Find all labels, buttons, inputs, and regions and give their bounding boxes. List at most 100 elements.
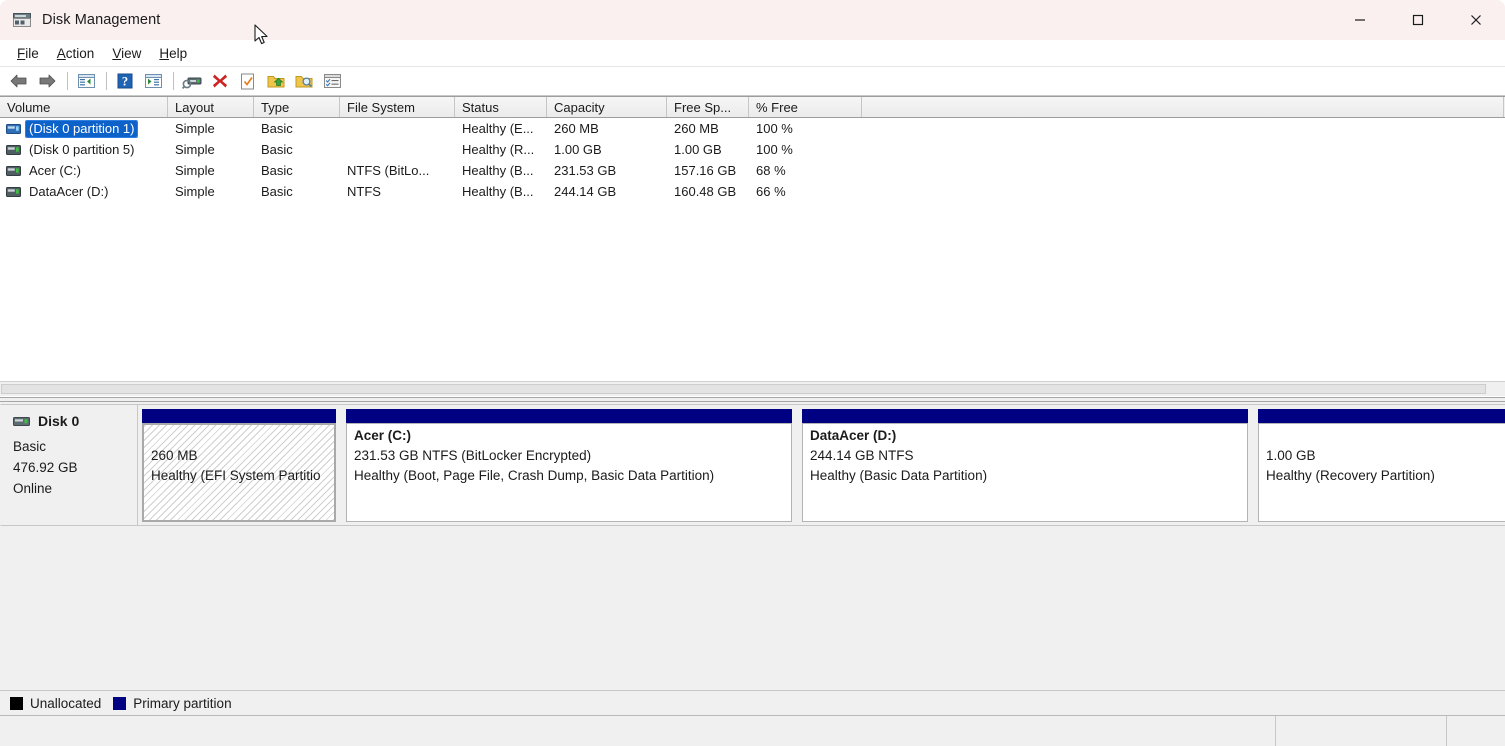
back-icon[interactable] bbox=[6, 69, 32, 93]
volume-drive-icon bbox=[6, 165, 21, 176]
help-icon[interactable]: ? bbox=[112, 69, 138, 93]
minimize-icon[interactable] bbox=[1331, 0, 1389, 40]
menu-action[interactable]: Action bbox=[48, 43, 104, 64]
table-row[interactable]: (Disk 0 partition 1) Simple Basic Healthy (… bbox=[0, 118, 1505, 139]
status-bar-message bbox=[0, 716, 1275, 746]
cell-layout: Simple bbox=[175, 163, 215, 178]
cell-file-system bbox=[340, 139, 455, 160]
column-header-layout[interactable]: Layout bbox=[168, 97, 254, 117]
delete-icon[interactable] bbox=[207, 69, 233, 93]
volume-name: (Disk 0 partition 5) bbox=[29, 141, 135, 157]
toolbar: ? bbox=[0, 67, 1505, 96]
column-header-type[interactable]: Type bbox=[254, 97, 340, 117]
cell-volume: (Disk 0 partition 1) bbox=[0, 118, 168, 139]
partition-title: Acer (C:) bbox=[354, 428, 412, 443]
cell-volume: Acer (C:) bbox=[0, 160, 168, 181]
partition-block[interactable]: 1.00 GB Healthy (Recovery Partition) bbox=[1255, 406, 1505, 525]
task-list-icon[interactable] bbox=[319, 69, 345, 93]
partition-size-filesystem: 231.53 GB NTFS (BitLocker Encrypted) bbox=[354, 448, 592, 463]
window-controls bbox=[1331, 0, 1505, 40]
horizontal-scrollbar[interactable] bbox=[0, 381, 1505, 396]
volume-name: (Disk 0 partition 1) bbox=[24, 119, 139, 138]
partition-block[interactable]: Acer (C:) 231.53 GB NTFS (BitLocker Encry… bbox=[343, 406, 795, 525]
cell-type: Basic bbox=[261, 121, 293, 136]
cell-free-space: 157.16 GB bbox=[674, 163, 737, 178]
column-header-blank[interactable] bbox=[862, 97, 1504, 117]
disk-icon bbox=[13, 416, 30, 426]
cell-volume: (Disk 0 partition 5) bbox=[0, 139, 168, 160]
properties-icon[interactable] bbox=[179, 69, 205, 93]
table-row[interactable]: (Disk 0 partition 5) Simple Basic Healthy (… bbox=[0, 139, 1505, 160]
status-bar-pane-2 bbox=[1275, 716, 1446, 746]
cell-status: Healthy (E... bbox=[462, 121, 534, 136]
partition-capacity-bar bbox=[802, 409, 1248, 423]
partition-health: Healthy (Recovery Partition) bbox=[1266, 468, 1435, 483]
partition-details[interactable]: Acer (C:) 231.53 GB NTFS (BitLocker Encry… bbox=[346, 423, 792, 522]
explore-icon[interactable] bbox=[291, 69, 317, 93]
maximize-icon[interactable] bbox=[1389, 0, 1447, 40]
cell-free-space: 260 MB bbox=[674, 121, 719, 136]
cell-capacity: 1.00 GB bbox=[554, 142, 602, 157]
rescan-disks-icon[interactable] bbox=[235, 69, 261, 93]
disk-name: Disk 0 bbox=[38, 413, 80, 429]
volume-list-pane[interactable]: Volume Layout Type File System Status Capacit… bbox=[0, 96, 1505, 397]
menu-file[interactable]: File bbox=[8, 43, 48, 64]
cell-status: Healthy (B... bbox=[462, 184, 534, 199]
disk-row: Disk 0 Basic 476.92 GB Online 260 MB Heal… bbox=[0, 404, 1505, 526]
partition-details[interactable]: 260 MB Healthy (EFI System Partitio bbox=[142, 423, 336, 522]
graphical-view-pane[interactable]: Disk 0 Basic 476.92 GB Online 260 MB Heal… bbox=[0, 402, 1505, 690]
menu-accelerator: V bbox=[112, 45, 122, 61]
cell-free-space: 1.00 GB bbox=[674, 142, 722, 157]
partition-block[interactable]: DataAcer (D:) 244.14 GB NTFS Healthy (Basi… bbox=[799, 406, 1251, 525]
column-header-status[interactable]: Status bbox=[455, 97, 547, 117]
cell-capacity: 260 MB bbox=[554, 121, 599, 136]
cell-type: Basic bbox=[261, 142, 293, 157]
toolbar-separator bbox=[106, 72, 107, 90]
column-header-capacity[interactable]: Capacity bbox=[547, 97, 667, 117]
column-header-label: Status bbox=[462, 99, 499, 115]
disk-status: Online bbox=[13, 481, 53, 496]
partition-details[interactable]: DataAcer (D:) 244.14 GB NTFS Healthy (Basi… bbox=[802, 423, 1248, 522]
cell-percent-free: 66 % bbox=[756, 184, 786, 199]
cell-type: Basic bbox=[261, 163, 293, 178]
menu-accelerator: A bbox=[56, 45, 66, 61]
close-icon[interactable] bbox=[1447, 0, 1505, 40]
volume-drive-icon bbox=[6, 123, 21, 134]
volume-list-body[interactable]: (Disk 0 partition 1) Simple Basic Healthy (… bbox=[0, 118, 1505, 202]
legend-label: Unallocated bbox=[30, 695, 102, 711]
legend-label: Primary partition bbox=[133, 695, 232, 711]
cell-file-system: NTFS bbox=[347, 184, 381, 199]
column-header-free-sp[interactable]: Free Sp... bbox=[667, 97, 749, 117]
cell-capacity: 231.53 GB bbox=[554, 163, 617, 178]
partition-strip: 260 MB Healthy (EFI System Partitio Acer (… bbox=[138, 404, 1505, 526]
show-hide-console-tree-icon[interactable] bbox=[73, 69, 99, 93]
show-hide-action-pane-icon[interactable] bbox=[140, 69, 166, 93]
disk-size: 476.92 GB bbox=[13, 460, 78, 475]
window-title: Disk Management bbox=[42, 12, 161, 28]
column-header--free[interactable]: % Free bbox=[749, 97, 862, 117]
volume-drive-icon bbox=[6, 144, 21, 155]
menu-help[interactable]: Help bbox=[150, 43, 196, 64]
scrollbar-thumb[interactable] bbox=[1, 384, 1486, 394]
cell-file-system bbox=[340, 118, 455, 139]
cell-percent-free: 100 % bbox=[756, 142, 793, 157]
cell-layout: Simple bbox=[175, 121, 215, 136]
disk-info-panel[interactable]: Disk 0 Basic 476.92 GB Online bbox=[0, 404, 138, 526]
volume-name: DataAcer (D:) bbox=[29, 183, 109, 199]
partition-details[interactable]: 1.00 GB Healthy (Recovery Partition) bbox=[1258, 423, 1505, 522]
column-header-file-system[interactable]: File System bbox=[340, 97, 455, 117]
partition-block[interactable]: 260 MB Healthy (EFI System Partitio bbox=[139, 406, 339, 525]
partition-size-filesystem: 1.00 GB bbox=[1266, 448, 1316, 463]
menu-bar: File Action View Help bbox=[0, 40, 1505, 67]
title-bar[interactable]: Disk Management bbox=[0, 0, 1505, 45]
extend-volume-icon[interactable] bbox=[263, 69, 289, 93]
cell-layout: Simple bbox=[175, 184, 215, 199]
column-header-volume[interactable]: Volume bbox=[0, 97, 168, 117]
forward-icon[interactable] bbox=[34, 69, 60, 93]
legend-item: Unallocated bbox=[10, 696, 101, 711]
menu-view[interactable]: View bbox=[103, 43, 150, 64]
table-row[interactable]: Acer (C:) Simple Basic NTFS (BitLo... Health… bbox=[0, 160, 1505, 181]
table-row[interactable]: DataAcer (D:) Simple Basic NTFS Healthy (B..… bbox=[0, 181, 1505, 202]
column-header-label: Volume bbox=[7, 99, 51, 115]
cell-layout: Simple bbox=[175, 142, 215, 157]
